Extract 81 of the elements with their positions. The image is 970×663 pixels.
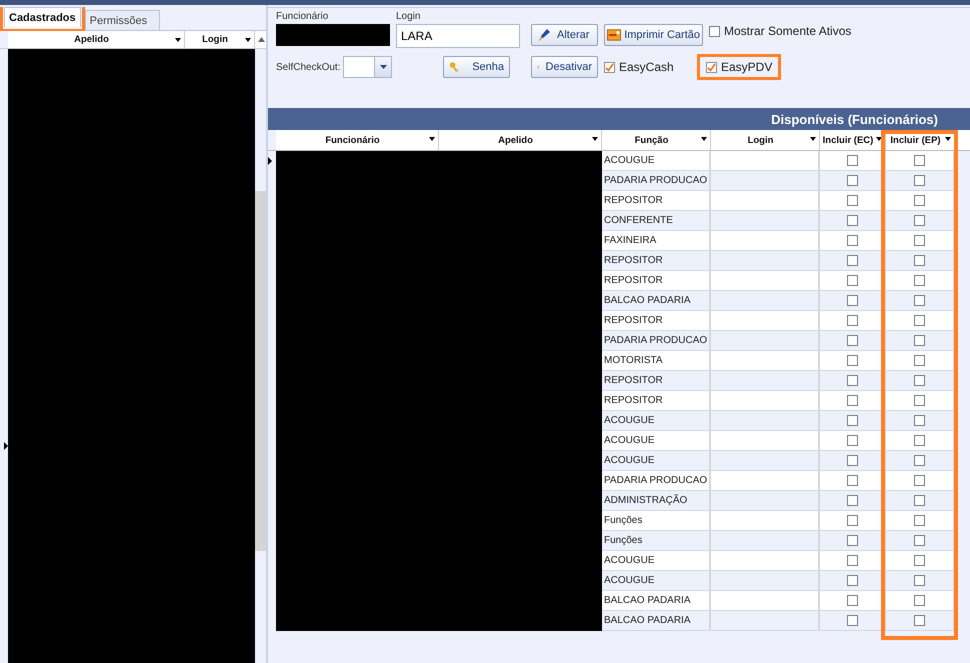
checkbox[interactable] <box>914 175 925 186</box>
row-pointer-icon <box>268 157 272 165</box>
checkbox[interactable] <box>914 595 925 606</box>
field-label: Funcionário <box>276 11 330 22</box>
print-card-button[interactable]: Imprimir Cartão <box>604 24 703 46</box>
caret-icon <box>945 137 951 141</box>
checkbox[interactable] <box>914 195 925 206</box>
password-button[interactable]: Senha <box>443 56 510 78</box>
scrollbar-thumb[interactable] <box>255 191 266 551</box>
checkbox[interactable] <box>846 555 858 566</box>
tab[interactable]: Cadastrados <box>4 7 81 27</box>
row-pointer-icon <box>4 442 8 450</box>
checkbox[interactable] <box>914 375 925 386</box>
caret-icon <box>592 137 598 141</box>
checkbox[interactable] <box>846 355 858 366</box>
checkbox[interactable] <box>914 515 925 526</box>
checkbox[interactable] <box>846 395 858 406</box>
checkbox[interactable] <box>846 275 858 286</box>
checkbox[interactable] <box>846 215 858 226</box>
checkbox[interactable]: EasyCash <box>604 60 674 74</box>
checkbox[interactable] <box>914 535 925 546</box>
checkbox[interactable] <box>914 275 925 286</box>
checkbox[interactable] <box>914 155 925 166</box>
caret-icon <box>429 137 435 141</box>
login-field[interactable]: LARA <box>396 24 520 48</box>
checkbox[interactable] <box>914 575 925 586</box>
checkbox[interactable] <box>914 555 925 566</box>
checkbox[interactable] <box>846 475 858 486</box>
caret-icon <box>810 137 816 141</box>
checkbox[interactable] <box>846 575 858 586</box>
checkbox[interactable] <box>846 315 858 326</box>
checkbox[interactable] <box>846 195 858 206</box>
checkbox[interactable] <box>914 315 925 326</box>
field-label: SelfCheckOut: <box>276 62 340 72</box>
table-cell: BALCAO PADARIA <box>602 611 711 630</box>
checkbox[interactable]: Mostrar Somente Ativos <box>709 24 970 38</box>
checkbox[interactable] <box>914 215 925 226</box>
checkbox[interactable] <box>914 495 925 506</box>
checkbox[interactable] <box>914 455 925 466</box>
pen-icon <box>537 28 551 42</box>
checkbox[interactable] <box>914 615 925 626</box>
key-icon <box>449 60 460 74</box>
checkbox[interactable] <box>914 355 925 366</box>
grid-title: Disponíveis (Funcionários) <box>268 108 970 130</box>
deactivate-button[interactable]: Desativar <box>531 56 598 78</box>
checkbox[interactable] <box>914 475 925 486</box>
checkbox[interactable] <box>914 235 925 246</box>
checkbox[interactable] <box>846 235 858 246</box>
caret-icon <box>380 65 386 69</box>
checkbox[interactable] <box>846 375 858 386</box>
caret-icon <box>876 137 882 141</box>
checkbox[interactable] <box>846 175 858 186</box>
checkbox[interactable] <box>914 395 925 406</box>
checkbox[interactable] <box>846 255 858 266</box>
edit-button[interactable]: Alterar <box>531 24 598 46</box>
checkbox[interactable] <box>846 615 858 626</box>
checkbox[interactable] <box>914 295 925 306</box>
field-label: Login <box>396 11 422 22</box>
checkbox[interactable]: EasyPDV <box>706 60 772 74</box>
caret-icon <box>175 38 181 42</box>
caret-icon <box>701 137 707 141</box>
checkbox[interactable] <box>846 535 858 546</box>
check-icon <box>707 62 716 72</box>
checkbox[interactable] <box>914 255 925 266</box>
tab[interactable]: Permissões <box>84 10 160 30</box>
check-icon <box>605 62 614 72</box>
checkbox[interactable] <box>846 455 858 466</box>
checkbox[interactable] <box>846 335 858 346</box>
checkbox[interactable] <box>846 515 858 526</box>
checkbox[interactable] <box>914 415 925 426</box>
checkbox[interactable] <box>846 495 858 506</box>
caret-icon <box>245 38 251 42</box>
checkbox[interactable] <box>846 595 858 606</box>
checkbox[interactable] <box>846 415 858 426</box>
checkbox[interactable] <box>846 435 858 446</box>
checkbox[interactable] <box>914 335 925 346</box>
checkbox[interactable] <box>846 295 858 306</box>
checkbox[interactable] <box>846 155 858 166</box>
scroll-up-icon[interactable] <box>258 37 265 42</box>
checkbox[interactable] <box>914 435 925 446</box>
card-icon <box>607 29 622 41</box>
